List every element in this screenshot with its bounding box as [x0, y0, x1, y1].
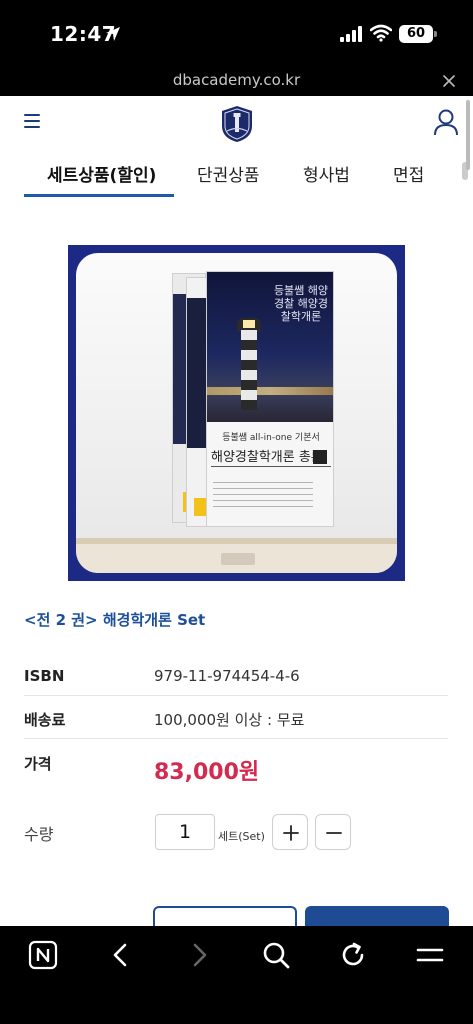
url-text[interactable]: dbacademy.co.kr: [0, 71, 473, 89]
close-icon[interactable]: [441, 73, 457, 89]
lighthouse-illustration: [241, 330, 257, 410]
battery-tip: [434, 31, 437, 37]
tab-interview[interactable]: 면접: [393, 161, 424, 186]
product-image: 등불쌤 해양경찰 해양경찰학개론 등불쌤 all-in-one 기본서 해양경찰…: [68, 245, 405, 581]
menu-lines-icon[interactable]: [415, 940, 445, 970]
cellular-signal-icon: [340, 26, 362, 42]
divider: [24, 738, 448, 739]
tab-criminal-law[interactable]: 형사법: [303, 161, 350, 186]
user-icon[interactable]: [433, 108, 459, 136]
search-icon[interactable]: [261, 940, 291, 970]
price-label: 가격: [24, 755, 52, 773]
cover-series: 등불쌤 all-in-one 기본서: [222, 433, 320, 443]
screen: 12:47 60 dbacademy.co.kr 세트상품(할인) 단권상품 형…: [0, 0, 473, 1024]
wifi-icon: [370, 24, 392, 42]
refresh-icon[interactable]: [338, 940, 368, 970]
naver-home-icon[interactable]: [28, 940, 58, 970]
quantity-label: 수량: [24, 825, 54, 844]
forward-icon[interactable]: [184, 940, 214, 970]
brand-mark: [221, 553, 255, 565]
plus-icon: [283, 825, 299, 841]
quantity-input[interactable]: 1: [155, 814, 215, 850]
quantity-unit: 세트(Set): [218, 830, 265, 843]
academy-logo[interactable]: [219, 104, 255, 144]
category-tabs: 세트상품(할인) 단권상품 형사법 면접: [0, 152, 473, 198]
shipping-label: 배송료: [24, 711, 66, 729]
product-image-card: 등불쌤 해양경찰 해양경찰학개론 등불쌤 all-in-one 기본서 해양경찰…: [76, 253, 397, 573]
url-bar[interactable]: dbacademy.co.kr: [0, 66, 473, 96]
browser-toolbar: [0, 926, 473, 1024]
isbn-label: ISBN: [24, 667, 65, 685]
back-icon[interactable]: [106, 940, 136, 970]
battery-indicator: 60: [399, 25, 433, 43]
active-tab-indicator: [24, 194, 174, 197]
tab-single-products[interactable]: 단권상품: [197, 161, 260, 186]
price-value: 83,000원: [154, 760, 260, 785]
menu-icon[interactable]: [24, 114, 40, 128]
scrollbar[interactable]: [466, 100, 470, 170]
product-title: <전 2 권> 해경학개론 Set: [24, 611, 206, 629]
status-bar: 12:47 60: [0, 0, 473, 66]
location-arrow-icon: [106, 27, 120, 41]
minus-icon: [326, 832, 342, 834]
shipping-value: 100,000원 이상 : 무료: [154, 711, 305, 729]
cover-top-title: 등불쌤 해양경찰 해양경찰학개론: [273, 284, 329, 323]
isbn-value: 979-11-974454-4-6: [154, 667, 300, 685]
quantity-increase-button[interactable]: [272, 814, 308, 850]
quantity-decrease-button[interactable]: [315, 814, 351, 850]
publisher-badge: [313, 450, 327, 464]
divider: [24, 695, 448, 696]
tab-set-products[interactable]: 세트상품(할인): [47, 161, 156, 186]
book-front-cover: 등불쌤 해양경찰 해양경찰학개론 등불쌤 all-in-one 기본서 해양경찰…: [206, 271, 334, 527]
site-header: [0, 96, 473, 152]
cover-description-lines: [213, 482, 313, 512]
